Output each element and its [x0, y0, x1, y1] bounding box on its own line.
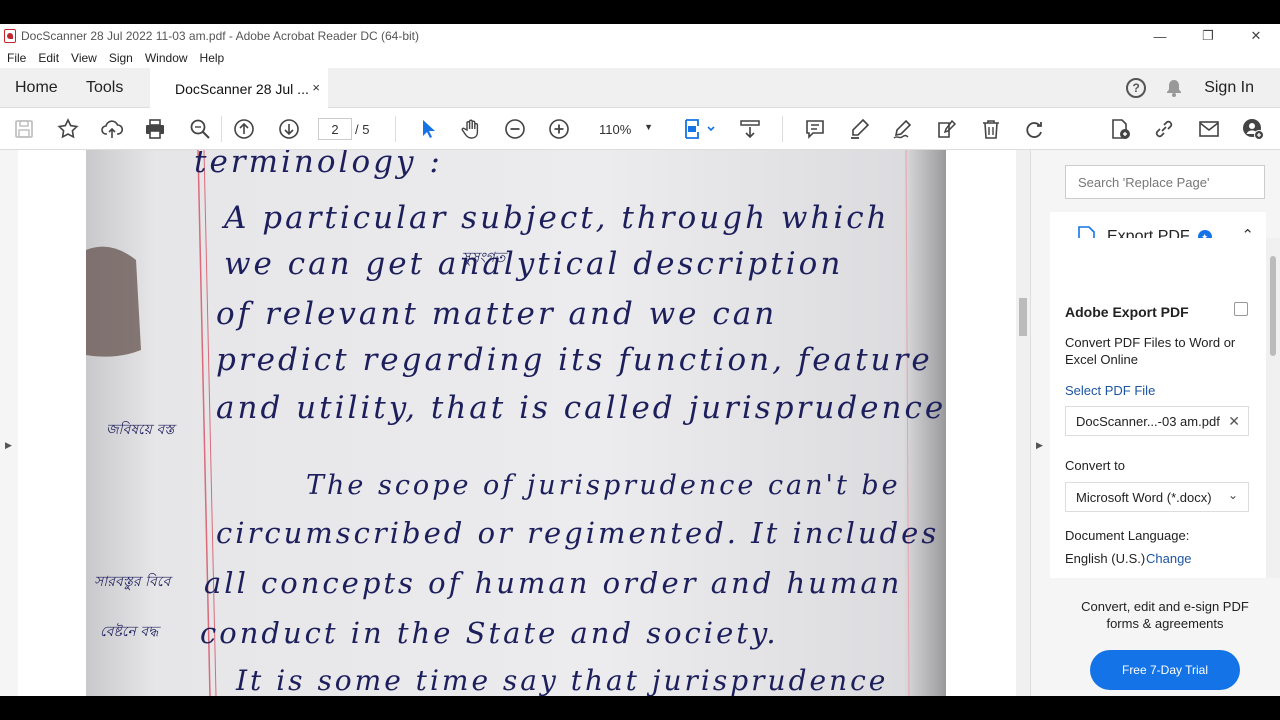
tab-document-label: DocScanner 28 Jul ...: [175, 80, 309, 97]
page-number-input[interactable]: 2: [318, 118, 352, 140]
help-icon[interactable]: ?: [1126, 78, 1147, 98]
tab-document[interactable]: DocScanner 28 Jul ... ×: [150, 68, 328, 109]
select-pdf-file-link[interactable]: Select PDF File: [1065, 383, 1155, 398]
scroll-mode-icon[interactable]: [738, 117, 762, 141]
upload-icon[interactable]: [100, 117, 124, 141]
close-window-button[interactable]: ✕: [1232, 24, 1280, 48]
tab-bar: Home Tools DocScanner 28 Jul ... × ? Sig…: [0, 68, 1280, 109]
convert-to-dropdown[interactable]: Microsoft Word (*.docx) ⌄: [1065, 482, 1249, 512]
tab-home[interactable]: Home: [15, 68, 58, 108]
selected-file-name: DocScanner...-03 am.pdf: [1076, 413, 1220, 429]
menu-view[interactable]: View: [71, 51, 97, 65]
menu-sign[interactable]: Sign: [109, 51, 133, 65]
line-11: It is some time say that jurisprudence: [236, 664, 889, 696]
collapse-right-icon: ▶: [1036, 440, 1043, 450]
scrollbar-thumb[interactable]: [1019, 298, 1027, 336]
export-heading: Adobe Export PDF: [1065, 304, 1189, 320]
comment-icon[interactable]: [803, 117, 827, 141]
acrobat-window: DocScanner 28 Jul 2022 11-03 am.pdf - Ad…: [0, 24, 1280, 696]
line-9: all concepts of human order and human: [204, 566, 903, 600]
menu-help[interactable]: Help: [200, 51, 225, 65]
tab-tools[interactable]: Tools: [86, 68, 123, 108]
document-viewer[interactable]: terminology : A particular subject, thro…: [18, 150, 1016, 696]
bell-icon[interactable]: [1164, 78, 1184, 98]
fill-sign-icon[interactable]: [935, 117, 959, 141]
acrobat-app-icon: [4, 29, 16, 43]
tools-pane: Search 'Replace Page' Export PDF ✦ ⌃ Ado…: [1050, 150, 1280, 696]
maximize-button[interactable]: ❐: [1184, 24, 1232, 48]
zoom-value: 110%: [599, 121, 632, 137]
free-trial-button[interactable]: Free 7-Day Trial: [1090, 650, 1240, 690]
chevron-down-icon: ▼: [644, 122, 653, 132]
print-icon[interactable]: [143, 117, 167, 141]
tools-pane-scroll-thumb[interactable]: [1270, 256, 1276, 356]
convert-to-value: Microsoft Word (*.docx): [1076, 489, 1212, 505]
document-language-label: Document Language:: [1065, 528, 1190, 543]
zoom-out-icon[interactable]: [503, 117, 527, 141]
line-5: predict regarding its function, feature: [216, 342, 933, 378]
line-4: of relevant matter and we can: [216, 296, 778, 332]
line-3: we can get analytical description: [224, 246, 844, 282]
fit-page-icon[interactable]: [682, 117, 718, 141]
zoom-select[interactable]: 110% ▼: [591, 118, 661, 140]
tools-pane-scrollbar[interactable]: [1266, 238, 1280, 578]
rotate-icon[interactable]: [1022, 117, 1046, 141]
page-total: / 5: [355, 122, 370, 137]
sign-icon[interactable]: [891, 117, 915, 141]
sign-in-button[interactable]: Sign In: [1204, 79, 1254, 97]
chevron-down-icon: ⌄: [1227, 488, 1238, 502]
menu-window[interactable]: Window: [145, 51, 188, 65]
line-7: The scope of jurisprudence can't be: [306, 470, 901, 501]
hand-icon[interactable]: [459, 117, 483, 141]
copy-icon: [1234, 302, 1248, 316]
delete-icon[interactable]: [979, 117, 1003, 141]
menu-file[interactable]: File: [7, 51, 26, 65]
change-language-link[interactable]: Change: [1146, 551, 1192, 566]
email-icon[interactable]: [1197, 117, 1221, 141]
star-icon[interactable]: [56, 117, 80, 141]
menu-edit[interactable]: Edit: [38, 51, 59, 65]
line-8: circumscribed or regimented. It includes: [216, 516, 940, 550]
export-pdf-icon[interactable]: [1108, 117, 1132, 141]
margin-note-3: সারবস্তুর বিবে: [94, 574, 171, 590]
line-10: conduct in the State and society.: [200, 616, 779, 650]
save-icon[interactable]: [12, 117, 36, 141]
page-up-icon[interactable]: [232, 117, 256, 141]
line-6: and utility, that is called jurisprudenc…: [216, 390, 946, 426]
document-language-value: English (U.S.): [1065, 551, 1146, 566]
line-2: A particular subject, through which: [224, 200, 890, 236]
menu-bar: File Edit View Sign Window Help: [0, 48, 1280, 68]
convert-to-label: Convert to: [1065, 458, 1125, 473]
selected-file-field[interactable]: DocScanner...-03 am.pdf ✕: [1065, 406, 1249, 436]
close-tab-icon[interactable]: ×: [312, 80, 320, 95]
clear-file-icon[interactable]: ✕: [1228, 413, 1240, 430]
share-link-icon[interactable]: [1152, 117, 1176, 141]
search-tools-input[interactable]: Search 'Replace Page': [1065, 165, 1265, 199]
margin-note-2: জবিষয়ে বস্ত: [106, 422, 175, 438]
left-panel-toggle[interactable]: ▶: [0, 150, 18, 696]
margin-note-1: সুসংগত: [461, 250, 506, 266]
document-scrollbar[interactable]: [1016, 150, 1030, 696]
export-pdf-card: Adobe Export PDF Convert PDF Files to Wo…: [1050, 238, 1266, 578]
toolbar: 2 / 5 110% ▼: [0, 108, 1280, 150]
highlight-icon[interactable]: [847, 117, 871, 141]
line-1: terminology :: [194, 150, 443, 180]
expand-left-icon: ▶: [5, 440, 12, 450]
zoom-in-icon[interactable]: [547, 117, 571, 141]
title-bar: DocScanner 28 Jul 2022 11-03 am.pdf - Ad…: [0, 24, 1280, 48]
export-description: Convert PDF Files to Word or Excel Onlin…: [1065, 335, 1236, 367]
select-cursor-icon[interactable]: [416, 117, 440, 141]
search-placeholder: Search 'Replace Page': [1078, 174, 1210, 190]
add-user-icon[interactable]: [1241, 117, 1265, 141]
promo-text: Convert, edit and e-sign PDF forms & agr…: [1081, 599, 1249, 631]
margin-note-4: বেষ্টনে বদ্ধ: [100, 624, 159, 640]
search-icon[interactable]: [188, 117, 212, 141]
page-down-icon[interactable]: [277, 117, 301, 141]
minimize-button[interactable]: —: [1136, 24, 1184, 48]
scanned-page: terminology : A particular subject, thro…: [86, 150, 946, 696]
right-panel-toggle[interactable]: ▶: [1030, 150, 1050, 696]
window-title: DocScanner 28 Jul 2022 11-03 am.pdf - Ad…: [21, 29, 420, 43]
